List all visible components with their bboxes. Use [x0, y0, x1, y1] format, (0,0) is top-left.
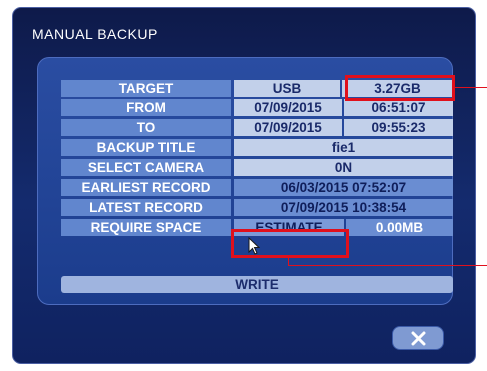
row-to: TO 07/09/2015 09:55:23 [61, 119, 453, 136]
capacity-callout-line [455, 87, 487, 88]
row-backup-title: BACKUP TITLE fie1 [61, 139, 453, 156]
to-time-field[interactable]: 09:55:23 [344, 119, 453, 136]
from-time-field[interactable]: 06:51:07 [344, 99, 453, 116]
row-earliest-record: EARLIEST RECORD 06/03/2015 07:52:07 [61, 179, 453, 196]
estimate-callout-stem [288, 258, 289, 266]
target-label: TARGET [61, 80, 231, 97]
write-button[interactable]: WRITE [61, 276, 453, 293]
backup-title-label: BACKUP TITLE [61, 139, 231, 156]
select-camera-field[interactable]: 0N [234, 159, 453, 176]
require-space-label: REQUIRE SPACE [61, 219, 231, 236]
earliest-record-label: EARLIEST RECORD [61, 179, 231, 196]
close-x-icon [411, 331, 426, 346]
target-device-select[interactable]: USB [234, 80, 340, 97]
backup-title-field[interactable]: fie1 [234, 139, 453, 156]
from-date-field[interactable]: 07/09/2015 [234, 99, 342, 116]
dialog-title: MANUAL BACKUP [32, 26, 158, 42]
earliest-record-value: 06/03/2015 07:52:07 [234, 179, 453, 196]
row-from: FROM 07/09/2015 06:51:07 [61, 99, 453, 116]
latest-record-value: 07/09/2015 10:38:54 [234, 199, 453, 216]
latest-record-label: LATEST RECORD [61, 199, 231, 216]
row-select-camera: SELECT CAMERA 0N [61, 159, 453, 176]
select-camera-label: SELECT CAMERA [61, 159, 231, 176]
mouse-cursor-icon [248, 237, 260, 255]
close-button[interactable] [392, 326, 444, 350]
capacity-highlight-box [345, 75, 455, 101]
from-label: FROM [61, 99, 231, 116]
require-space-size: 0.00MB [346, 219, 453, 236]
row-latest-record: LATEST RECORD 07/09/2015 10:38:54 [61, 199, 453, 216]
estimate-callout-line [288, 265, 487, 266]
to-date-field[interactable]: 07/09/2015 [234, 119, 342, 136]
to-label: TO [61, 119, 231, 136]
